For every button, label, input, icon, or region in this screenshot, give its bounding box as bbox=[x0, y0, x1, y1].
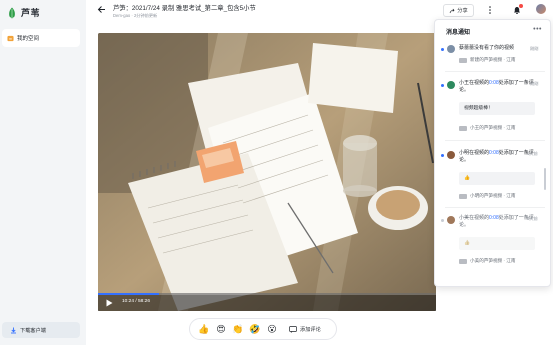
video-icon bbox=[459, 57, 467, 63]
video-name: 小明的芦笋视频 · 江南 bbox=[470, 193, 516, 198]
app-name: 芦苇 bbox=[21, 8, 41, 18]
divider bbox=[445, 207, 545, 208]
progress-fill bbox=[98, 293, 159, 295]
reaction-laugh-button[interactable]: 🤣 bbox=[249, 324, 261, 334]
avatar bbox=[447, 151, 455, 159]
read-dot bbox=[441, 219, 444, 222]
notification-text: 蔡蕾蕾没有看了你的视频 bbox=[459, 45, 515, 51]
reaction-heart-eyes-button[interactable]: 😍 bbox=[215, 324, 227, 334]
avatar bbox=[447, 45, 455, 53]
panel-scrollbar[interactable] bbox=[544, 168, 546, 190]
page-subtitle: Dem-gao · 2分钟前更新 bbox=[113, 13, 158, 18]
notification-video-link[interactable]: 小明的芦笋视频 · 江南 bbox=[459, 193, 515, 199]
reaction-thumbs-up-button[interactable]: 👍 bbox=[198, 324, 210, 334]
progress-bar[interactable] bbox=[98, 293, 436, 295]
video-name: 小王的芦笋视频 · 江南 bbox=[470, 125, 516, 130]
user-avatar[interactable] bbox=[535, 3, 547, 15]
sidebar: 芦苇 我的空间 下载客户端 bbox=[0, 0, 86, 345]
notification-video-link[interactable]: 小王的芦笋视频 · 江南 bbox=[459, 125, 515, 131]
home-icon bbox=[7, 35, 14, 41]
notification-badge bbox=[519, 4, 523, 8]
notification-time: 刚刚 bbox=[530, 46, 539, 51]
more-vertical-icon[interactable] bbox=[486, 5, 494, 15]
player-controls: 10:24 / 58:26 bbox=[98, 293, 436, 311]
reaction-clap-button[interactable]: 👏 bbox=[232, 324, 244, 334]
notification-panel: 消息通知 ••• 蔡蕾蕾没有看了你的视频 刚刚 新建的芦笋视频 · 江南 小王在… bbox=[434, 19, 551, 287]
notification-time: 3天前 bbox=[527, 216, 538, 221]
video-icon bbox=[459, 125, 467, 131]
notification-video-link[interactable]: 小美的芦笋视频 · 江南 bbox=[459, 258, 515, 264]
reed-logo-icon bbox=[9, 7, 15, 18]
sidebar-item-my-space[interactable]: 我的空间 bbox=[2, 29, 80, 47]
unread-dot bbox=[441, 48, 444, 51]
video-icon bbox=[459, 258, 467, 264]
download-client-button[interactable]: 下载客户端 bbox=[2, 322, 80, 338]
play-icon[interactable] bbox=[106, 299, 113, 307]
playback-time: 10:24 / 58:26 bbox=[122, 299, 151, 304]
video-name: 新建的芦笋视频 · 江南 bbox=[470, 57, 516, 62]
share-button[interactable]: 分享 bbox=[443, 4, 474, 17]
video-name: 小美的芦笋视频 · 江南 bbox=[470, 258, 516, 263]
video-player[interactable] bbox=[98, 33, 436, 311]
notification-video-link[interactable]: 新建的芦笋视频 · 江南 bbox=[459, 57, 515, 63]
page-title: 芦笋：2021/7/24 录制 雅思考试_第二章_包含5小节 bbox=[113, 5, 256, 12]
add-comment-button[interactable]: 添加评论 bbox=[289, 325, 321, 333]
comment-quote: 👍 bbox=[459, 237, 535, 250]
share-label: 分享 bbox=[457, 8, 468, 14]
sidebar-item-label: 我的空间 bbox=[17, 36, 40, 42]
share-icon bbox=[449, 8, 455, 13]
notification-time: 刚刚 bbox=[530, 81, 539, 86]
divider bbox=[445, 71, 545, 72]
video-frame bbox=[98, 33, 436, 311]
video-icon bbox=[459, 193, 467, 199]
download-label: 下载客户端 bbox=[20, 327, 46, 334]
panel-more-icon[interactable]: ••• bbox=[533, 26, 542, 33]
notification-text: 小王在视频的0:08处添加了一条评论。 bbox=[459, 80, 534, 93]
comment-quote: 👍 bbox=[459, 172, 535, 185]
app-logo[interactable]: 芦苇 bbox=[6, 6, 40, 19]
avatar bbox=[447, 81, 455, 89]
reaction-wow-button[interactable]: 😮 bbox=[266, 324, 278, 334]
notification-time: 1天前 bbox=[527, 151, 538, 156]
notification-panel-title: 消息通知 bbox=[446, 30, 471, 36]
unread-dot bbox=[441, 154, 444, 157]
add-comment-label: 添加评论 bbox=[300, 326, 321, 333]
avatar bbox=[447, 216, 455, 224]
back-arrow-icon[interactable] bbox=[97, 5, 106, 14]
comment-icon bbox=[289, 325, 297, 333]
comment-quote: 视频超级棒！ bbox=[459, 102, 535, 115]
divider bbox=[445, 140, 545, 141]
unread-dot bbox=[441, 84, 444, 87]
reaction-bar: 👍 😍 👏 🤣 😮 添加评论 bbox=[189, 318, 337, 340]
download-icon bbox=[11, 327, 16, 333]
